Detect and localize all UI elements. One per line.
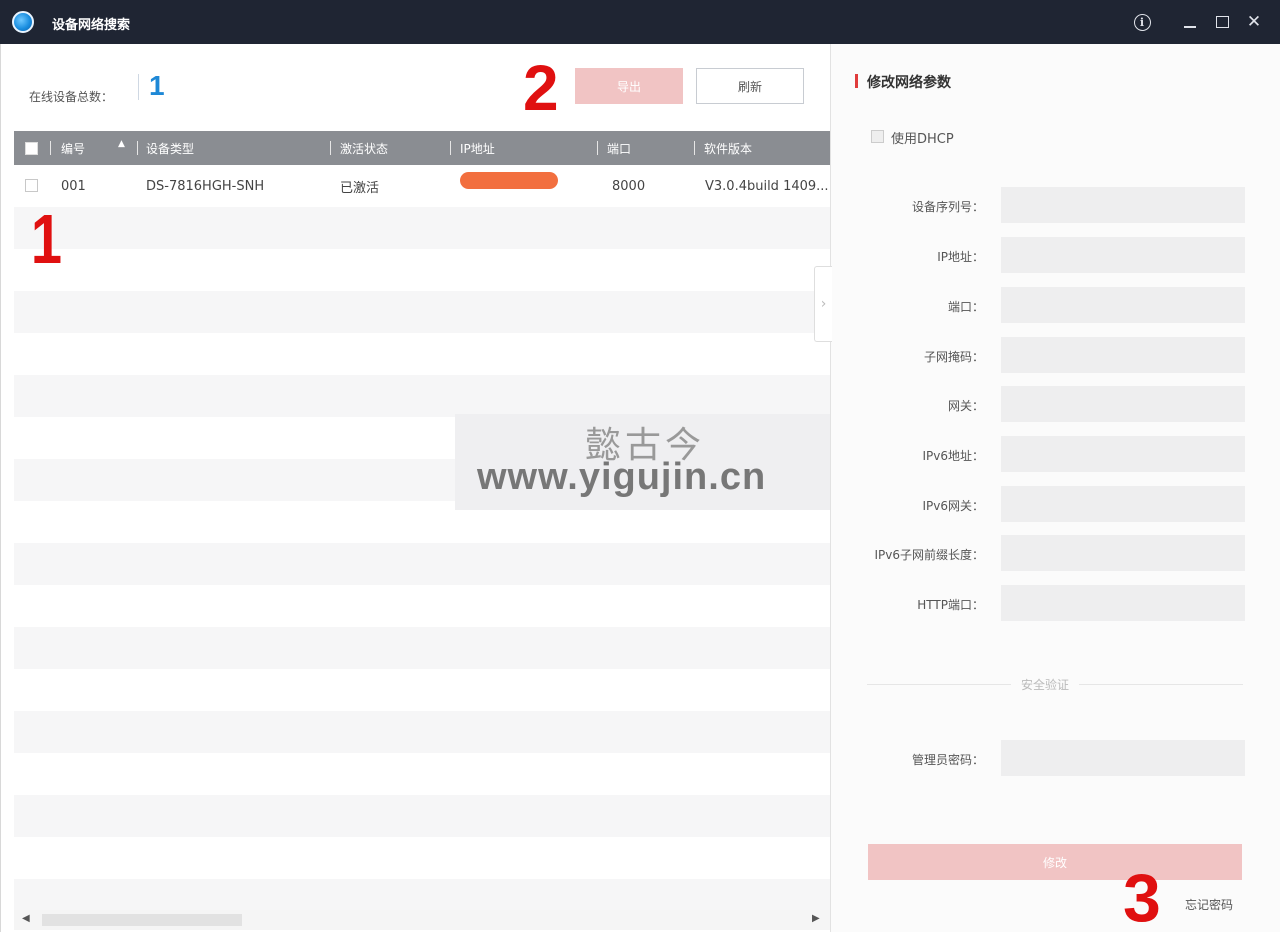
subnet-mask-input[interactable]: [1001, 337, 1245, 373]
scrollbar-thumb[interactable]: [42, 914, 242, 926]
admin-password-input[interactable]: [1001, 740, 1245, 776]
cell-version: V3.0.4build 1409...: [705, 178, 829, 194]
select-all-checkbox[interactable]: [25, 142, 38, 155]
cell-port: 8000: [612, 178, 646, 194]
section-title: 修改网络参数: [867, 75, 951, 91]
modify-button[interactable]: 修改: [868, 844, 1242, 880]
online-count-separator: [138, 74, 139, 100]
empty-row: [14, 795, 831, 837]
annotation-number-1: 1: [30, 200, 63, 278]
column-header-ip[interactable]: IP地址: [460, 131, 495, 165]
ipv6-address-input[interactable]: [1001, 436, 1245, 472]
gateway-label: 网关：: [947, 399, 984, 413]
forgot-password-link[interactable]: 忘记密码: [1185, 896, 1233, 913]
empty-row: [14, 837, 831, 879]
scroll-left-icon[interactable]: ◀: [22, 913, 30, 924]
table-row[interactable]: 001 DS-7816HGH-SNH 已激活 8000 V3.0.4build …: [14, 165, 831, 207]
ipv6-address-label: IPv6地址：: [922, 449, 984, 463]
empty-row: [14, 711, 831, 753]
panel-collapse-handle[interactable]: ›: [814, 266, 832, 342]
online-devices-label: 在线设备总数：: [29, 90, 114, 104]
empty-row: [14, 207, 831, 249]
cell-device-type: DS-7816HGH-SNH: [146, 178, 265, 194]
security-verification-label: 安全验证: [1011, 676, 1080, 693]
port-input[interactable]: [1001, 287, 1245, 323]
annotation-number-2: 2: [523, 52, 559, 124]
empty-row: [14, 333, 831, 375]
ipv6-prefix-length-label: IPv6子网前缀长度：: [874, 548, 984, 562]
sort-ascending-icon[interactable]: ▲: [118, 139, 125, 149]
gateway-input[interactable]: [1001, 386, 1245, 422]
cell-id: 001: [61, 178, 86, 194]
empty-row: [14, 669, 831, 711]
column-header-version[interactable]: 软件版本: [704, 131, 752, 165]
ipv6-gateway-label: IPv6网关：: [922, 499, 984, 513]
scroll-right-icon[interactable]: ▶: [812, 913, 820, 924]
empty-row: [14, 375, 831, 417]
empty-row: [14, 753, 831, 795]
export-button[interactable]: 导出: [575, 68, 683, 104]
empty-row: [14, 543, 831, 585]
dhcp-checkbox[interactable]: [871, 130, 884, 143]
http-port-input[interactable]: [1001, 585, 1245, 621]
serial-number-input[interactable]: [1001, 187, 1245, 223]
title-bar: 设备网络搜索 i ✕: [0, 0, 1280, 44]
empty-row: [14, 291, 831, 333]
port-label: 端口：: [947, 300, 984, 314]
empty-row: [14, 585, 831, 627]
column-header-id[interactable]: 编号: [61, 131, 85, 165]
ipv6-gateway-input[interactable]: [1001, 486, 1245, 522]
http-port-label: HTTP端口：: [917, 598, 984, 612]
ip-address-label: IP地址：: [937, 250, 984, 264]
horizontal-scrollbar[interactable]: ◀ ▶: [14, 910, 831, 930]
admin-password-label: 管理员密码：: [911, 753, 984, 767]
dhcp-label: 使用DHCP: [891, 132, 954, 147]
watermark: 懿古今 www.yigujin.cn: [455, 414, 865, 510]
online-devices-count: 1: [149, 70, 165, 101]
device-table-header: 编号 ▲ 设备类型 激活状态 IP地址 端口 软件版本: [14, 131, 831, 165]
info-icon[interactable]: i: [1130, 10, 1154, 34]
column-header-port[interactable]: 端口: [607, 131, 631, 165]
column-header-type[interactable]: 设备类型: [146, 131, 194, 165]
subnet-mask-label: 子网掩码：: [923, 350, 984, 364]
empty-row: [14, 627, 831, 669]
cell-status: 已激活: [340, 180, 380, 196]
serial-number-label: 设备序列号：: [911, 200, 984, 214]
ipv6-prefix-length-input[interactable]: [1001, 535, 1245, 571]
close-button[interactable]: ✕: [1242, 10, 1266, 34]
ip-address-redacted: [460, 172, 558, 189]
section-accent-bar: [855, 74, 858, 88]
app-logo-icon: [12, 11, 34, 33]
column-header-status[interactable]: 激活状态: [340, 131, 388, 165]
ip-address-input[interactable]: [1001, 237, 1245, 273]
annotation-number-3: 3: [1123, 860, 1161, 932]
maximize-button[interactable]: [1210, 10, 1234, 34]
watermark-url-text: www.yigujin.cn: [477, 456, 767, 498]
chevron-right-icon: ›: [820, 296, 827, 312]
refresh-button[interactable]: 刷新: [696, 68, 804, 104]
row-checkbox[interactable]: [25, 179, 38, 192]
window-title: 设备网络搜索: [52, 18, 131, 33]
minimize-button[interactable]: [1178, 10, 1202, 34]
network-params-panel: 修改网络参数 使用DHCP 设备序列号： IP地址： 端口： 子网掩码： 网关：…: [830, 44, 1280, 932]
empty-row: [14, 249, 831, 291]
